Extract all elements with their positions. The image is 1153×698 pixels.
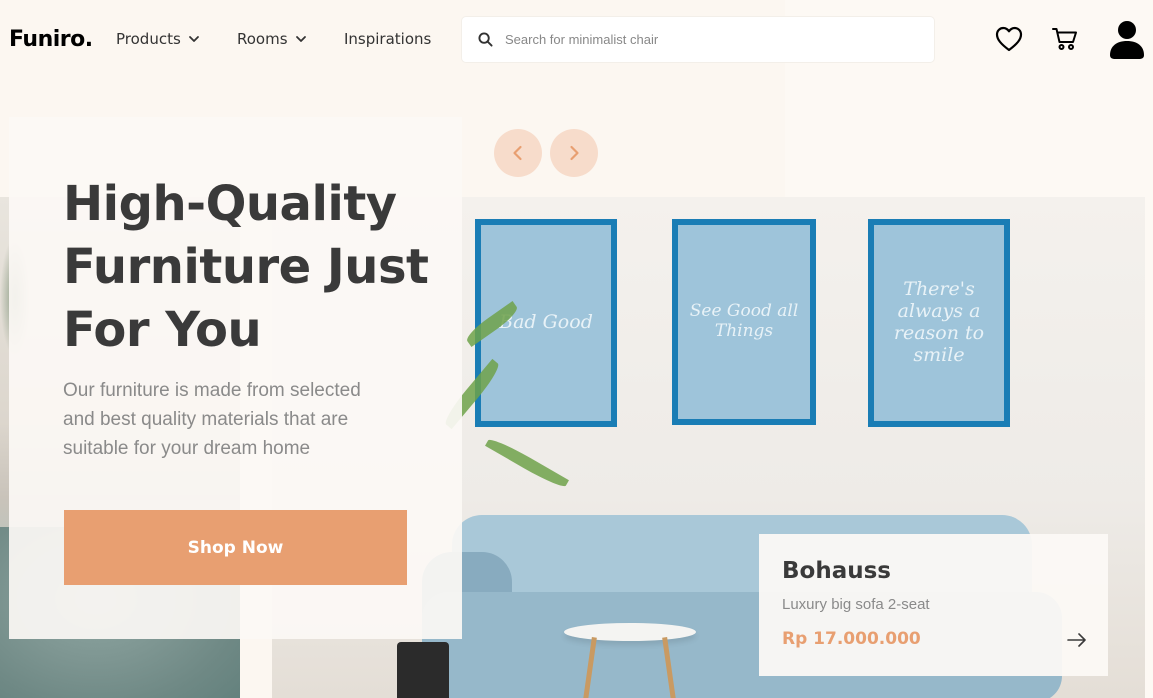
hero-card: High-Quality Furniture Just For You Our …: [9, 117, 462, 639]
search-input[interactable]: [505, 32, 905, 47]
shop-now-button[interactable]: Shop Now: [64, 510, 407, 585]
nav-item-label: Rooms: [237, 30, 288, 48]
poster-text: There's always a reason to smile: [874, 225, 1004, 421]
user-icon[interactable]: [1108, 18, 1146, 60]
nav-item-inspirations[interactable]: Inspirations: [344, 30, 431, 48]
cart-icon[interactable]: [1050, 22, 1080, 56]
chevron-left-icon: [513, 145, 522, 161]
coffee-table: [564, 623, 696, 641]
hero-description: Our furniture is made from selected and …: [63, 380, 361, 459]
search-bar: [462, 17, 934, 62]
nav-item-label: Products: [116, 30, 181, 48]
top-navbar: Funiro. Products Rooms Inspirations: [0, 0, 1153, 80]
plant-leaf: [485, 435, 569, 491]
heart-icon[interactable]: [994, 22, 1024, 56]
chevron-down-icon: [295, 36, 306, 42]
chevron-right-icon: [570, 145, 579, 161]
chevron-down-icon: [188, 36, 199, 42]
slider-prev-button[interactable]: [494, 129, 542, 177]
featured-product-card: Bohauss Luxury big sofa 2-seat Rp 17.000…: [759, 534, 1108, 676]
nav-item-products[interactable]: Products: [116, 30, 201, 48]
slider-next-button[interactable]: [550, 129, 598, 177]
wall-poster: There's always a reason to smile: [868, 219, 1010, 427]
hero-title: High-Quality Furniture Just For You: [63, 176, 429, 358]
brand-logo[interactable]: Funiro.: [9, 27, 93, 52]
poster-text: See Good all Things: [678, 225, 810, 419]
nav-item-label: Inspirations: [344, 30, 432, 48]
product-description: Luxury big sofa 2-seat: [782, 596, 930, 613]
wall-poster: See Good all Things: [672, 219, 816, 425]
search-icon: [478, 32, 493, 47]
plant-pot: [397, 642, 449, 698]
product-price: Rp 17.000.000: [782, 629, 921, 649]
nav-item-rooms[interactable]: Rooms: [237, 30, 308, 48]
arrow-right-icon[interactable]: [1065, 628, 1089, 652]
product-name: Bohauss: [782, 558, 891, 584]
